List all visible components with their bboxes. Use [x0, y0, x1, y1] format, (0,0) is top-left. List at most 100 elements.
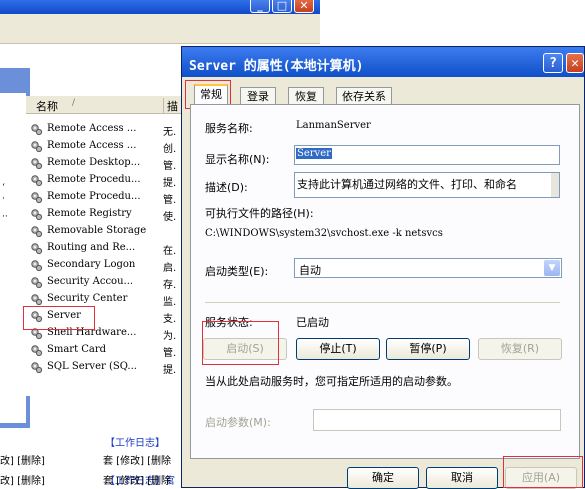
- background-toolbar: [0, 14, 320, 44]
- description-scrollbar[interactable]: [551, 173, 559, 197]
- service-row[interactable]: Remote Procedu... 提.: [26, 172, 186, 189]
- pause-button[interactable]: 暂停(P): [386, 338, 470, 360]
- service-row[interactable]: Routing and Re... 在.: [26, 240, 186, 257]
- service-name-value: LanmanServer: [296, 120, 371, 131]
- service-gear-icon: [31, 141, 43, 153]
- service-name: Shell Hardware...: [47, 327, 137, 338]
- service-gear-icon: [31, 294, 43, 306]
- service-row[interactable]: Smart Card 管.: [26, 342, 186, 359]
- bottom-link[interactable]: 套 [修改] [删除: [103, 472, 171, 487]
- bottom-link[interactable]: 【工作日志】: [105, 434, 165, 449]
- bottom-link[interactable]: 改] [删除]: [0, 452, 45, 467]
- dialog-titlebar: Server 的属性(本地计算机) ? ✕: [182, 47, 584, 77]
- description-field[interactable]: 支持此计算机通过网络的文件、打印、和命名: [294, 172, 560, 198]
- tab-logon[interactable]: 登录: [240, 87, 276, 105]
- service-gear-icon: [31, 328, 43, 340]
- service-description: 为.: [163, 331, 177, 342]
- start-params-input[interactable]: [313, 409, 561, 431]
- column-description-header[interactable]: 描: [163, 98, 178, 114]
- service-description: 使.: [163, 212, 177, 223]
- service-gear-icon: [31, 277, 43, 289]
- service-description: 支.: [163, 314, 177, 325]
- startup-type-value: 自动: [299, 264, 321, 277]
- service-row[interactable]: Remote Access ... 创.: [26, 138, 186, 155]
- display-name-field[interactable]: Server: [294, 145, 560, 165]
- service-name: Removable Storage: [47, 225, 147, 236]
- startup-type-select[interactable]: 自动 ▼: [294, 258, 562, 278]
- service-row[interactable]: Remote Registry 使.: [26, 206, 186, 223]
- service-row[interactable]: Secondary Logon 启.: [26, 257, 186, 274]
- service-description: 在.: [163, 246, 177, 257]
- service-row[interactable]: Shell Hardware... 为.: [26, 325, 186, 342]
- service-name: Remote Desktop...: [47, 157, 141, 168]
- service-name: Remote Access ...: [47, 123, 137, 134]
- list-header: 名称 / 描: [26, 96, 186, 114]
- dialog-close-button[interactable]: ✕: [566, 53, 584, 73]
- service-description: 管.: [163, 348, 177, 359]
- service-description: 管.: [163, 161, 177, 172]
- maximize-icon[interactable]: □: [272, 0, 292, 13]
- service-row[interactable]: Removable Storage: [26, 223, 186, 240]
- column-name-header[interactable]: 名称: [36, 98, 58, 114]
- service-description: 存.: [163, 280, 177, 291]
- cancel-button[interactable]: 取消: [426, 467, 498, 489]
- service-name: Remote Procedu...: [47, 191, 141, 202]
- service-gear-icon: [31, 226, 43, 238]
- close-icon[interactable]: ✕: [294, 0, 314, 13]
- startup-type-label: 启动类型(E):: [205, 265, 269, 278]
- service-name: Security Center: [47, 293, 128, 304]
- separator: [205, 302, 560, 303]
- resume-button[interactable]: 恢复(R): [478, 338, 562, 360]
- service-name: Remote Access ...: [47, 140, 137, 151]
- start-params-label: 启动参数(M):: [205, 416, 271, 429]
- service-row[interactable]: Server 支.: [26, 308, 186, 325]
- service-description: 无.: [163, 127, 177, 138]
- service-name: Smart Card: [47, 344, 107, 355]
- service-description: 提.: [163, 365, 177, 376]
- hint-text: 当从此处启动服务时，您可指定所适用的启动参数。: [205, 375, 458, 388]
- service-row[interactable]: Remote Desktop... 管.: [26, 155, 186, 172]
- help-button[interactable]: ?: [543, 53, 563, 73]
- service-row[interactable]: SQL Server (SQ... 提.: [26, 359, 186, 376]
- dialog-title: Server 的属性(本地计算机): [189, 59, 364, 74]
- service-description: 创.: [163, 144, 177, 155]
- tab-dependencies[interactable]: 依存关系: [336, 87, 392, 105]
- left-fragment: ‘: [2, 183, 5, 193]
- description-label: 描述(D):: [205, 181, 248, 194]
- tab-general[interactable]: 常规: [194, 84, 228, 106]
- service-status-value: 已启动: [296, 316, 329, 329]
- left-fragment: ··: [2, 212, 8, 222]
- chevron-down-icon[interactable]: ▼: [544, 260, 560, 276]
- stop-button[interactable]: 停止(T): [296, 338, 380, 360]
- service-name: Server: [47, 310, 81, 321]
- service-gear-icon: [31, 192, 43, 204]
- service-name: Routing and Re...: [47, 242, 136, 253]
- sort-icon: /: [72, 98, 76, 108]
- service-name: Remote Registry: [47, 208, 132, 219]
- service-name: Secondary Logon: [47, 259, 136, 270]
- ok-button[interactable]: 确定: [347, 467, 419, 489]
- minimize-icon[interactable]: _: [250, 0, 270, 13]
- tab-recovery[interactable]: 恢复: [288, 87, 324, 105]
- service-name-label: 服务名称:: [205, 122, 253, 135]
- service-description: 管.: [163, 195, 177, 206]
- service-row[interactable]: Remote Access ... 无.: [26, 121, 186, 138]
- service-gear-icon: [31, 158, 43, 170]
- service-name: Remote Procedu...: [47, 174, 141, 185]
- bottom-link[interactable]: 套 [修改] [删除: [103, 452, 171, 467]
- service-gear-icon: [31, 260, 43, 272]
- service-row[interactable]: Remote Procedu... 管.: [26, 189, 186, 206]
- start-button[interactable]: 启动(S): [203, 338, 287, 360]
- service-description: 提.: [163, 178, 177, 189]
- display-name-value: Server: [296, 148, 332, 159]
- service-row[interactable]: Security Accou... 存.: [26, 274, 186, 291]
- service-name: SQL Server (SQ...: [47, 361, 137, 372]
- service-status-label: 服务状态:: [205, 316, 253, 329]
- service-row[interactable]: Security Center 监.: [26, 291, 186, 308]
- apply-button[interactable]: 应用(A): [505, 467, 577, 489]
- bottom-link[interactable]: 改] [删除]: [0, 472, 45, 487]
- display-name-label: 显示名称(N):: [205, 153, 270, 166]
- service-description: 监.: [163, 297, 177, 308]
- background-left-strip: [0, 93, 26, 423]
- service-description: 启.: [163, 263, 177, 274]
